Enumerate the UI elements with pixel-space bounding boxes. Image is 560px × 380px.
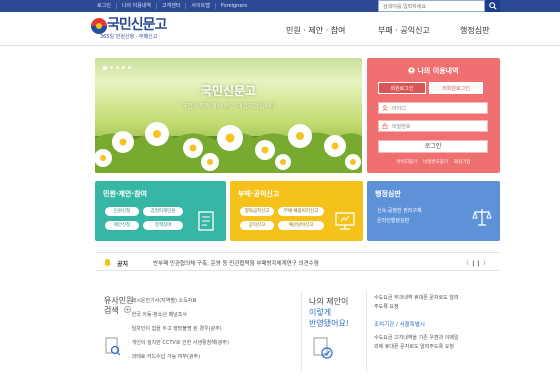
nav-corruption[interactable]: 부패 · 공익신고 <box>378 25 430 36</box>
banner-dot[interactable] <box>116 66 119 69</box>
civil-panel: 민원·제안·참여 민원신청 갑질피해민원 제안신청 정책참여 <box>95 181 226 241</box>
banner-dot[interactable] <box>110 66 113 69</box>
search-button[interactable] <box>485 0 500 12</box>
search-icon <box>488 2 497 10</box>
id-placeholder: 아이디 <box>392 106 406 112</box>
sitemap-link[interactable]: 사이트맵 <box>186 3 216 9</box>
login-panel-title: 나의 이용내역 <box>367 66 500 76</box>
similar-item-1[interactable]: 택시운전기사(지역별) 소득자료 <box>128 297 197 304</box>
document-icon <box>198 211 214 231</box>
approved-document-icon <box>313 337 333 359</box>
appeal-panel: 행정심판 신속·공정한 권리구제 온라인행정심판 <box>367 181 500 241</box>
chip-hiring-corruption[interactable]: 부패·채용비리신고 <box>278 207 324 216</box>
notice-bar: 공지 반부패 민관협의체 구축, 운영 등 민관협력형 부패방지체계연구 의견수… <box>95 252 500 271</box>
lock-icon <box>382 123 388 129</box>
id-field[interactable]: 아이디 <box>378 102 488 114</box>
find-id-link[interactable]: 아이디찾기 <box>396 159 417 165</box>
proposal-line1: 나의 제안이 <box>309 297 349 306</box>
logo-subtitle: 365일 민원신청 · 부패신고 <box>100 34 158 40</box>
appeal-panel-title[interactable]: 행정심판 <box>375 189 401 199</box>
nav-appeal[interactable]: 행정심판 <box>460 25 489 36</box>
search-document-icon <box>105 337 121 356</box>
banner-pagination[interactable] <box>103 66 131 70</box>
user-icon <box>408 67 416 74</box>
header-divider <box>0 45 560 46</box>
similar-item-2[interactable]: 한국 아동·청소년 패널조사 <box>128 311 187 318</box>
similar-item-5[interactable]: 과태료 카드수납 가능 여부(광주) <box>128 353 200 360</box>
banner-subtitle: 국민의 입장에서 듣고 해결하겠습니다 <box>181 103 276 110</box>
person-icon <box>382 105 388 111</box>
search-input[interactable]: 검색어를 입력하세요 <box>378 0 485 12</box>
foreigners-link[interactable]: Foreigners <box>216 3 252 9</box>
corruption-panel: 부패·공익신고 청탁금지신고 부패·채용비리신고 공익신고 예산낭비신고 <box>230 181 363 241</box>
chip-public-interest[interactable]: 공익신고 <box>240 221 274 230</box>
divider <box>366 291 367 371</box>
main-banner[interactable]: 국민신문고 국민의 입장에서 듣고 해결하겠습니다 <box>95 58 362 173</box>
banner-dot[interactable] <box>103 66 107 70</box>
tab-member-login[interactable]: 회원로그인 <box>378 82 426 94</box>
notice-label: 공지 <box>117 261 129 268</box>
daisy-field-illustration <box>95 122 362 173</box>
news-bottom-line2[interactable]: 외에 휴대폰 문자로도 알려주도록 요청 <box>374 343 454 350</box>
find-password-link[interactable]: 비밀번호찾기 <box>423 159 448 165</box>
bell-icon <box>104 258 111 267</box>
customer-center-link[interactable]: 고객센터 <box>157 3 187 9</box>
appeal-line-1[interactable]: 신속·공정한 권리구제 <box>377 207 422 214</box>
notice-controls[interactable]: 〈 ❙❙ 〉 <box>463 258 489 267</box>
appeal-line-2[interactable]: 온라인행정심판 <box>377 217 409 224</box>
tab-nonmember-login[interactable]: 비회원로그인 <box>429 82 483 94</box>
password-placeholder: 비밀번호 <box>392 124 411 130</box>
login-link[interactable]: 로그인 <box>92 3 117 9</box>
password-field[interactable]: 비밀번호 <box>378 120 488 132</box>
banner-dot[interactable] <box>128 66 131 69</box>
signup-link[interactable]: 회원가입 <box>454 159 471 165</box>
similar-item-3[interactable]: 임차인이 집을 두고 행방불명 된 경우(광주) <box>128 325 222 332</box>
similar-title-line2: 검색 <box>104 306 119 315</box>
chip-policy[interactable]: 정책참여 <box>143 221 183 230</box>
nav-civil[interactable]: 민원 · 제안 · 참여 <box>286 25 345 36</box>
chip-solicitation[interactable]: 청탁금지신고 <box>240 207 274 216</box>
chip-civil-apply[interactable]: 민원신청 <box>105 207 139 216</box>
utility-links: 로그인 나의 이용내역 고객센터 사이트맵 Foreigners <box>92 0 252 12</box>
monitor-icon <box>335 212 355 230</box>
proposal-line2: 이렇게 <box>309 308 332 317</box>
my-history-link[interactable]: 나의 이용내역 <box>117 3 158 9</box>
news-agency-label: 조치기관 / 서울특별시 <box>374 322 425 328</box>
login-panel: 나의 이용내역 회원로그인 비회원로그인 아이디 비밀번호 로그인 아이디찾기 … <box>367 58 500 173</box>
divider <box>301 291 302 371</box>
civil-panel-title[interactable]: 민원·제안·참여 <box>103 189 147 199</box>
notice-text[interactable]: 반부패 민관협의체 구축, 운영 등 민관협력형 부패방지체계연구 의견수렴 <box>153 259 319 267</box>
logo-title[interactable]: 국민신문고 <box>107 14 167 34</box>
similar-item-4[interactable]: 개인이 설치한 CCTV로 인한 사생활침해(광주) <box>128 339 229 346</box>
login-button[interactable]: 로그인 <box>378 140 488 153</box>
login-links: 아이디찾기 비밀번호찾기 회원가입 <box>367 159 500 165</box>
scales-icon <box>472 209 492 226</box>
news-bottom-line1[interactable]: 수도요금 고지내역을 기존 우편과 이메일 <box>374 334 459 341</box>
proposal-line3: 반영됐어요! <box>309 319 350 328</box>
news-top-line1[interactable]: 수도요금 부과내역 휴대폰 문자로도 알려 <box>374 294 459 301</box>
corruption-panel-title[interactable]: 부패·공익신고 <box>238 189 279 199</box>
banner-dot[interactable] <box>122 66 125 69</box>
news-top-line2[interactable]: 주도록 요청 <box>374 303 399 310</box>
chip-gapjil[interactable]: 갑질피해민원 <box>143 207 183 216</box>
chip-budget-waste[interactable]: 예산낭비신고 <box>278 221 324 230</box>
banner-title: 국민신문고 <box>200 84 257 98</box>
chip-proposal[interactable]: 제안신청 <box>105 221 139 230</box>
login-title-text: 나의 이용내역 <box>417 67 459 75</box>
